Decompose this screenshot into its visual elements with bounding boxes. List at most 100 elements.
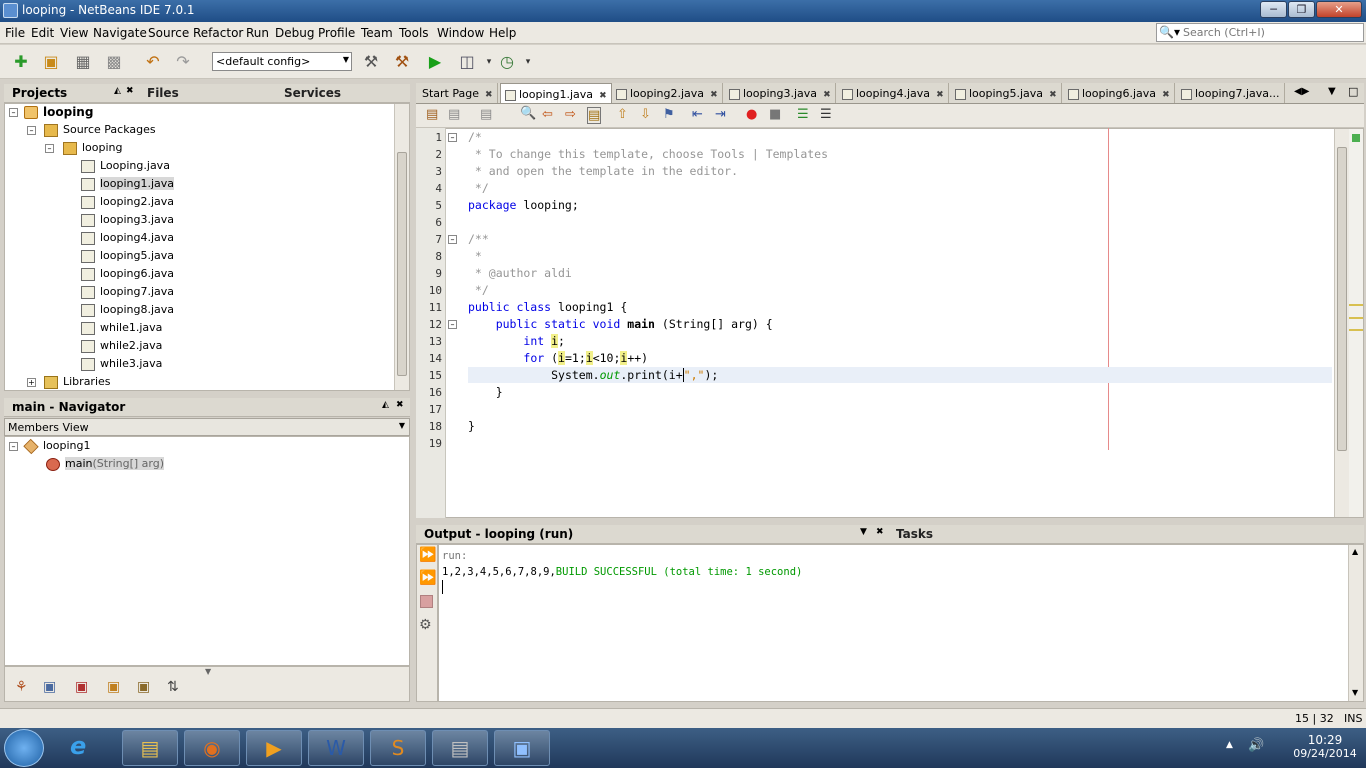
close-tab-icon[interactable]: ✖ <box>485 90 493 100</box>
output-title[interactable]: Output - looping (run) <box>424 527 573 541</box>
run-icon[interactable]: ▶ <box>424 51 446 73</box>
tab-looping7[interactable]: looping7.java... <box>1177 83 1285 103</box>
find-icon[interactable]: 🔍 <box>520 106 536 121</box>
members-view-select[interactable]: Members View ▼ <box>4 418 410 436</box>
netbeans-taskbar-button[interactable]: ▣ <box>494 730 550 766</box>
menu-tools[interactable]: Tools <box>399 26 429 40</box>
uncomment-icon[interactable]: ☰ <box>820 107 832 122</box>
close-button[interactable]: ✕ <box>1316 1 1362 18</box>
inherited-members-icon[interactable]: ⚘ <box>15 679 28 695</box>
menu-source[interactable]: Source <box>148 26 189 40</box>
menu-navigate[interactable]: Navigate <box>93 26 147 40</box>
tree-file[interactable]: while2.java <box>81 339 162 353</box>
scroll-tabs-left-icon[interactable]: ◀▶ <box>1294 86 1309 97</box>
rerun-icon[interactable]: ⏩ <box>419 547 436 563</box>
tabs-dropdown-icon[interactable]: ▼ <box>1328 86 1336 97</box>
find-previous-icon[interactable]: ⇦ <box>542 107 553 122</box>
clean-build-icon[interactable]: ⚒ <box>391 51 413 73</box>
menu-edit[interactable]: Edit <box>31 26 54 40</box>
sort-by-name-icon[interactable]: ⇅ <box>167 679 179 695</box>
tree-file[interactable]: Looping.java <box>81 159 170 173</box>
tree-libraries[interactable]: Libraries <box>44 375 111 389</box>
start-button[interactable] <box>4 729 44 767</box>
close-panel-icon[interactable]: ✖ <box>396 400 404 410</box>
profile-icon[interactable]: ◷ <box>496 51 518 73</box>
show-hidden-icons[interactable]: ▲ <box>1226 740 1233 750</box>
scroll-up-icon[interactable]: ▲ <box>1352 547 1358 556</box>
collapse-toggle[interactable]: – <box>45 144 54 153</box>
redo-icon[interactable]: ↷ <box>172 51 194 73</box>
config-select[interactable]: <default config> ▼ <box>212 52 352 71</box>
scroll-thumb[interactable] <box>397 152 407 376</box>
forward-icon[interactable]: ▤ <box>480 107 492 122</box>
tree-file[interactable]: looping2.java <box>81 195 174 209</box>
toggle-bookmark-icon[interactable]: ⚑ <box>663 107 675 122</box>
editor-scrollbar[interactable] <box>1334 129 1349 517</box>
minimize-panel-icon[interactable]: ◭ <box>382 400 389 410</box>
minimize-button[interactable]: ─ <box>1260 1 1287 18</box>
volume-icon[interactable]: 🔊 <box>1248 738 1264 753</box>
tree-project[interactable]: looping <box>24 105 93 119</box>
profile-dropdown-icon[interactable]: ▾ <box>517 51 539 73</box>
previous-bookmark-icon[interactable]: ⇧ <box>617 107 628 122</box>
tab-files[interactable]: Files <box>147 86 179 100</box>
media-player-taskbar-button[interactable]: ▶ <box>246 730 302 766</box>
next-bookmark-icon[interactable]: ⇩ <box>640 107 651 122</box>
close-panel-icon[interactable]: ✖ <box>876 527 884 537</box>
start-macro-icon[interactable]: ● <box>746 107 757 122</box>
menu-profile[interactable]: Profile <box>318 26 355 40</box>
tab-looping3[interactable]: looping3.java ✖ <box>725 83 836 103</box>
output-scrollbar[interactable]: ▲ ▼ <box>1348 545 1363 701</box>
projects-scrollbar[interactable] <box>394 104 409 390</box>
menu-refactor[interactable]: Refactor <box>193 26 243 40</box>
build-hammer-icon[interactable]: ⚒ <box>360 51 382 73</box>
tab-start-page[interactable]: Start Page ✖ <box>418 83 498 103</box>
new-project-icon[interactable]: ▣ <box>40 51 62 73</box>
undo-icon[interactable]: ↶ <box>142 51 164 73</box>
menu-window[interactable]: Window <box>437 26 484 40</box>
scroll-thumb[interactable] <box>1337 147 1347 451</box>
expand-toggle[interactable]: + <box>27 378 36 387</box>
navigator-method[interactable]: main(String[] arg) <box>46 457 165 471</box>
find-next-icon[interactable]: ⇨ <box>565 107 576 122</box>
tree-source-packages[interactable]: Source Packages <box>44 123 156 137</box>
tree-file[interactable]: looping7.java <box>81 285 174 299</box>
tree-file[interactable]: looping3.java <box>81 213 174 227</box>
tab-looping4[interactable]: looping4.java ✖ <box>838 83 949 103</box>
settings-icon[interactable]: ⚙ <box>419 617 432 633</box>
history-icon[interactable]: ▤ <box>426 107 438 122</box>
tab-services[interactable]: Services <box>284 86 341 100</box>
open-project-icon[interactable]: ▦ <box>72 51 94 73</box>
maximize-button[interactable]: ❐ <box>1288 1 1315 18</box>
tree-file[interactable]: while1.java <box>81 321 162 335</box>
menu-view[interactable]: View <box>60 26 88 40</box>
sort-by-source-icon[interactable]: ▣ <box>137 679 150 695</box>
error-stripe-mark[interactable] <box>1349 304 1363 306</box>
rerun-with-params-icon[interactable]: ⏩ <box>419 570 436 586</box>
tab-tasks[interactable]: Tasks <box>896 527 933 541</box>
menu-help[interactable]: Help <box>489 26 516 40</box>
tree-package[interactable]: looping <box>63 141 123 155</box>
clock[interactable]: 10:29 09/24/2014 <box>1290 733 1360 760</box>
fold-toggle[interactable]: – <box>448 235 457 244</box>
back-icon[interactable]: ▤ <box>448 107 460 122</box>
close-tab-icon[interactable]: ✖ <box>823 90 831 100</box>
maximize-editor-icon[interactable]: □ <box>1348 85 1358 98</box>
stop-macro-icon[interactable]: ■ <box>769 107 781 122</box>
menu-run[interactable]: Run <box>246 26 269 40</box>
tab-projects[interactable]: Projects <box>12 86 67 100</box>
close-tab-icon[interactable]: ✖ <box>1162 90 1170 100</box>
fold-toggle[interactable]: – <box>448 320 457 329</box>
tree-file[interactable]: looping6.java <box>81 267 174 281</box>
firefox-taskbar-button[interactable]: ◉ <box>184 730 240 766</box>
fields-filter-icon[interactable]: ▣ <box>43 679 56 695</box>
close-panel-icon[interactable]: ✖ <box>126 86 134 96</box>
static-filter-icon[interactable]: ▣ <box>75 679 88 695</box>
close-tab-icon[interactable]: ✖ <box>710 90 718 100</box>
shift-right-icon[interactable]: ⇥ <box>715 107 726 122</box>
collapse-toggle[interactable]: – <box>9 442 18 451</box>
tree-file-selected[interactable]: looping1.java <box>81 177 175 191</box>
tab-looping6[interactable]: looping6.java ✖ <box>1064 83 1175 103</box>
tree-file[interactable]: while3.java <box>81 357 162 371</box>
menu-file[interactable]: File <box>5 26 25 40</box>
